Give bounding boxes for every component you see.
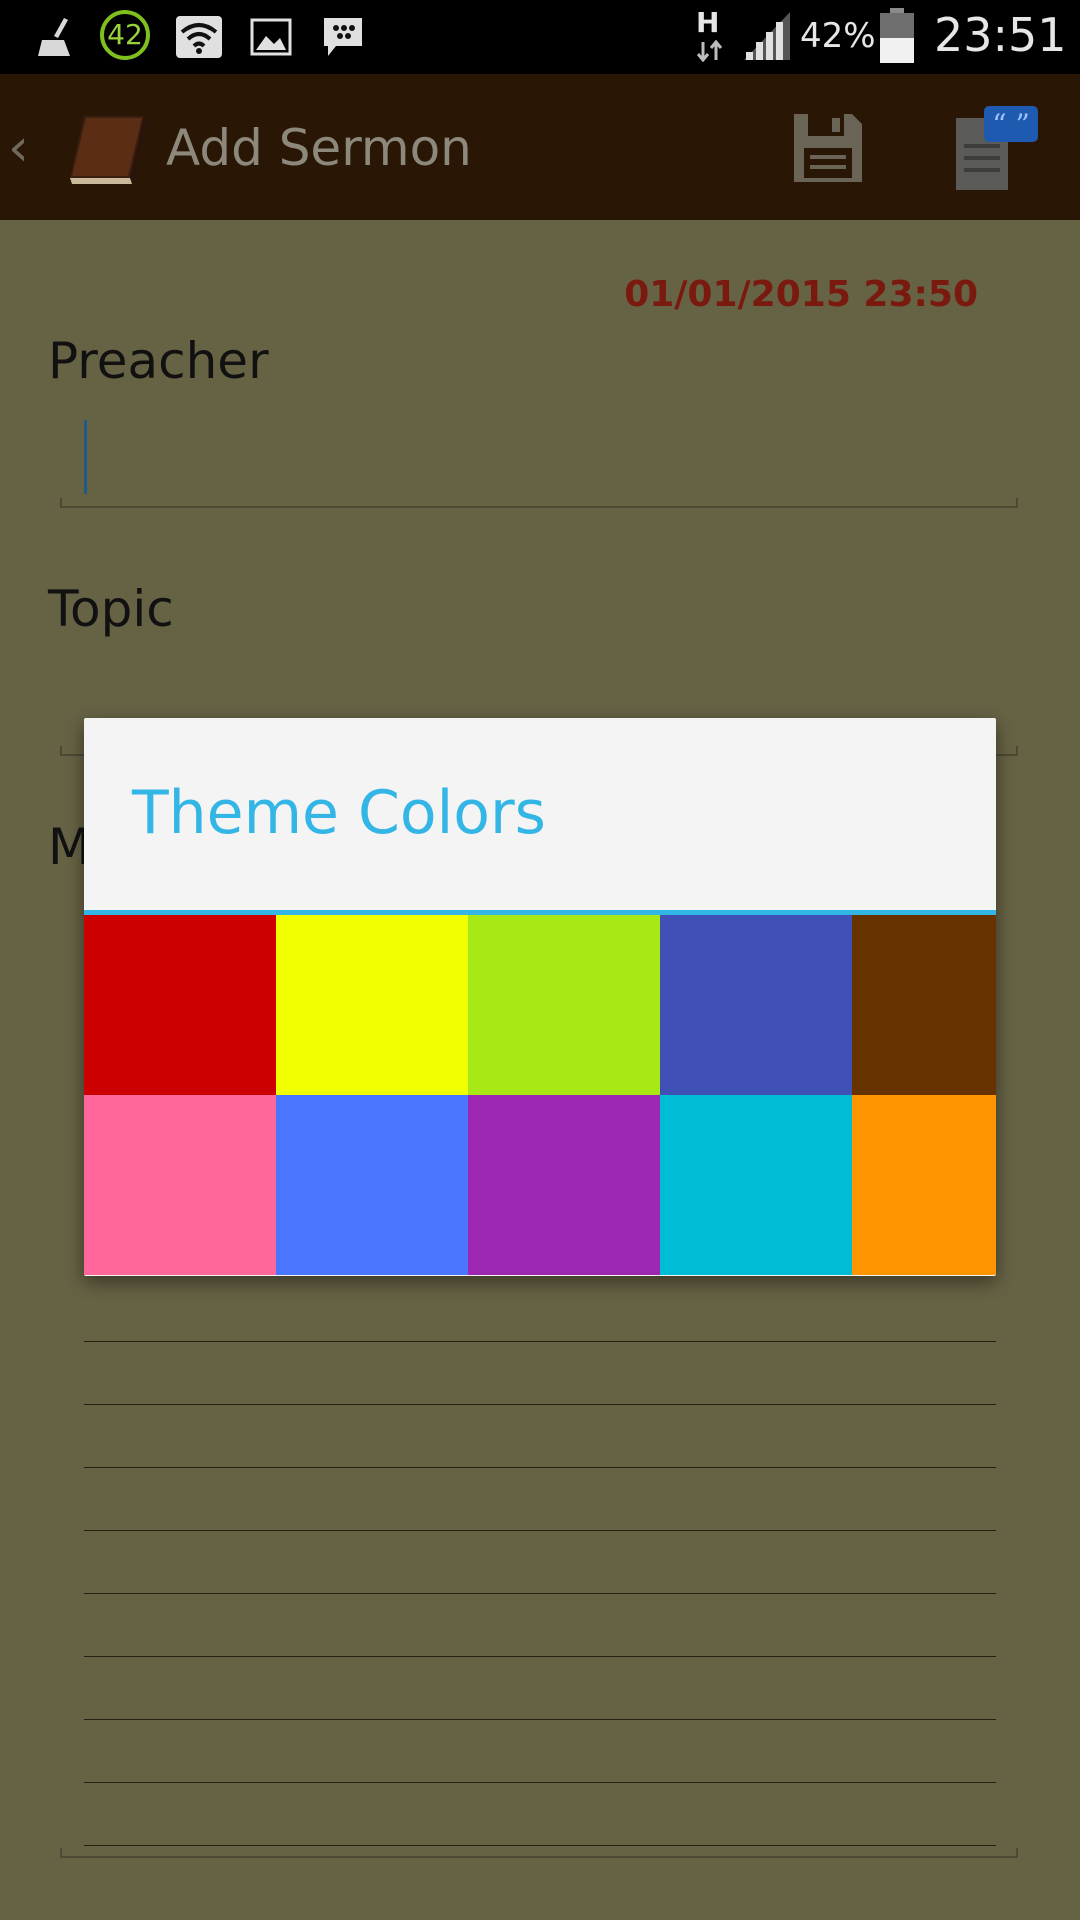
- ruled-line: [84, 1530, 996, 1531]
- data-transfer-icon: [696, 40, 723, 62]
- action-bar: ‹ Add Sermon “ ”: [0, 74, 1080, 220]
- page-title: Add Sermon: [166, 119, 472, 177]
- topic-label: Topic: [48, 580, 174, 638]
- ruled-line: [84, 1845, 996, 1846]
- theme-colors-dialog: Theme Colors: [84, 718, 996, 1276]
- message-underline: [60, 1848, 1018, 1858]
- color-swatch-cyan[interactable]: [660, 1095, 852, 1275]
- network-type: H: [696, 6, 720, 39]
- battery-percent: 42%: [800, 16, 876, 56]
- ruled-line: [84, 1404, 996, 1405]
- counter-badge-icon: 42: [100, 10, 150, 60]
- preacher-input[interactable]: [60, 410, 1018, 506]
- cleaner-icon: [38, 18, 70, 56]
- color-swatch-blue[interactable]: [276, 1095, 468, 1275]
- ruled-line: [84, 1593, 996, 1594]
- battery-icon: [880, 8, 914, 63]
- color-swatch-lime[interactable]: [468, 915, 660, 1095]
- floppy-disk-icon[interactable]: [790, 110, 866, 186]
- color-swatch-indigo[interactable]: [660, 915, 852, 1095]
- wifi-icon: [176, 16, 222, 58]
- svg-text:“ ”: “ ”: [992, 108, 1030, 141]
- color-swatch-brown[interactable]: [852, 915, 996, 1095]
- ruled-line: [84, 1341, 996, 1342]
- gallery-icon: [250, 18, 292, 56]
- color-swatch-yellow[interactable]: [276, 915, 468, 1095]
- ruled-line: [84, 1782, 996, 1783]
- ruled-line: [84, 1467, 996, 1468]
- timestamp: 01/01/2015 23:50: [624, 274, 978, 315]
- color-swatch-red[interactable]: [84, 915, 276, 1095]
- signal-icon: [744, 12, 790, 60]
- color-swatch-grid: [84, 915, 996, 1275]
- clock: 23:51: [934, 8, 1067, 62]
- preacher-underline: [60, 498, 1018, 508]
- status-bar: 42 H 42% 23:51: [0, 0, 1080, 74]
- ruled-line: [84, 1719, 996, 1720]
- color-swatch-pink[interactable]: [84, 1095, 276, 1275]
- ruled-line: [84, 1656, 996, 1657]
- quote-note-icon[interactable]: “ ”: [950, 104, 1040, 194]
- book-icon[interactable]: [64, 110, 150, 186]
- color-swatch-orange[interactable]: [852, 1095, 996, 1275]
- preacher-label: Preacher: [48, 332, 269, 390]
- bbm-icon: [324, 18, 362, 56]
- chevron-left-icon[interactable]: ‹: [8, 118, 29, 178]
- dialog-title: Theme Colors: [132, 778, 546, 848]
- color-swatch-purple[interactable]: [468, 1095, 660, 1275]
